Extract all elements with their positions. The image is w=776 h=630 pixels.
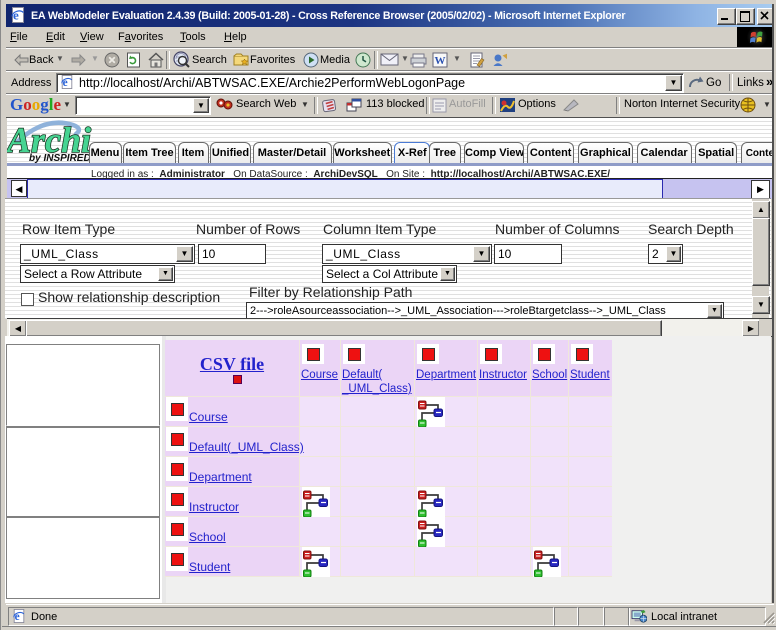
svg-text:e: e [13,8,19,23]
svg-text:W: W [435,55,446,67]
